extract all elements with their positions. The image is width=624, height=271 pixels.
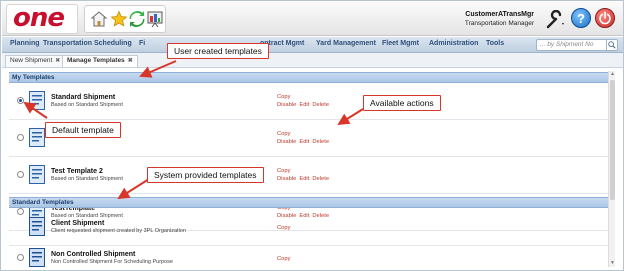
template-row[interactable]: Non Controlled Shipment Non Controlled S… [9, 241, 609, 270]
template-name[interactable]: Standard Shipment [51, 94, 115, 101]
scroll-thumb[interactable] [610, 80, 615, 200]
shipment-search-input[interactable]: ... by Shipment No [536, 39, 618, 51]
quick-icons-bar [84, 5, 166, 33]
callout-default-template: Default template [45, 122, 121, 138]
tab-bar: New Shipment ✖ Manage Templates ✖ [2, 53, 623, 68]
tools-icon[interactable] [545, 10, 567, 30]
app-window: one CustomerATransMgr Transportation Man… [0, 0, 624, 271]
edit-link[interactable]: Edit [299, 139, 309, 145]
document-icon [29, 91, 45, 110]
document-icon [29, 217, 45, 236]
delete-link[interactable]: Delete [312, 176, 329, 182]
document-icon [29, 248, 45, 267]
tab-manage-templates[interactable]: Manage Templates ✖ [62, 55, 138, 67]
default-radio[interactable] [17, 254, 24, 261]
nav-tools[interactable]: Tools [486, 40, 504, 47]
delete-link[interactable]: Delete [312, 139, 329, 145]
copy-link[interactable]: Copy [277, 94, 291, 100]
templates-list: My Templates Standard Shipment Based on … [9, 71, 609, 270]
template-row[interactable]: Test Template 2 Based on Standard Shipme… [9, 158, 609, 194]
edit-link[interactable]: Edit [299, 102, 309, 108]
default-radio[interactable] [17, 97, 24, 104]
callout-available-actions: Available actions [363, 95, 441, 111]
search-icon[interactable] [606, 40, 617, 50]
tab-new-shipment[interactable]: New Shipment ✖ [5, 55, 66, 67]
copy-link[interactable]: Copy [277, 168, 291, 174]
callout-user-created: User created templates [167, 43, 269, 59]
default-radio[interactable] [17, 171, 24, 178]
copy-link[interactable]: Copy [277, 225, 291, 231]
top-header: one CustomerATransMgr Transportation Man… [2, 2, 623, 36]
nav-transportation[interactable]: Transportation [43, 40, 92, 47]
template-actions: Copy Disable Edit Delete [277, 93, 332, 109]
disable-link[interactable]: Disable [277, 176, 296, 182]
callout-system-provided: System provided templates [147, 167, 264, 183]
disable-link[interactable]: Disable [277, 139, 296, 145]
edit-link[interactable]: Edit [299, 176, 309, 182]
template-actions: Copy Disable Edit Delete [277, 130, 332, 146]
star-icon[interactable] [110, 10, 128, 28]
tab-label: New Shipment [10, 57, 53, 64]
app-logo[interactable]: one [6, 3, 78, 34]
nav-fleet-mgmt[interactable]: Fleet Mgmt [382, 40, 419, 47]
refresh-icon[interactable] [128, 10, 146, 28]
help-icon[interactable]: ? [571, 8, 591, 28]
disable-link[interactable]: Disable [277, 102, 296, 108]
power-icon[interactable] [595, 8, 615, 28]
scroll-down-icon[interactable]: ▼ [610, 261, 615, 266]
tab-label: Manage Templates [67, 57, 125, 64]
template-name[interactable]: Non Controlled Shipment [51, 251, 135, 258]
copy-link[interactable]: Copy [277, 131, 291, 137]
copy-link[interactable]: Copy [277, 256, 291, 262]
template-actions: Copy [277, 224, 294, 232]
template-desc: Based on Standard Shipment [51, 102, 123, 108]
user-role: Transportation Manager [464, 20, 534, 27]
section-my-templates: My Templates [9, 72, 609, 83]
nav-planning[interactable]: Planning [10, 40, 40, 47]
presentation-icon[interactable] [146, 10, 164, 28]
template-row[interactable]: Standard Shipment Based on Standard Ship… [9, 84, 609, 120]
nav-administration[interactable]: Administration [429, 40, 478, 47]
nav-yard-management[interactable]: Yard Management [316, 40, 376, 47]
close-icon[interactable]: ✖ [55, 57, 60, 64]
template-actions: Copy [277, 255, 294, 263]
search-placeholder: ... by Shipment No [540, 41, 594, 48]
template-actions: Copy Disable Edit Delete [277, 167, 332, 183]
default-radio[interactable] [17, 134, 24, 141]
template-desc: Non Controlled Shipment For Scheduling P… [51, 259, 173, 265]
scroll-up-icon[interactable]: ▲ [610, 72, 615, 77]
home-icon[interactable] [90, 10, 108, 28]
logo-text: one [13, 3, 65, 33]
template-desc: Client requested shipment created by 3PL… [51, 228, 186, 234]
nav-scheduling[interactable]: Scheduling [94, 40, 132, 47]
section-standard-templates: Standard Templates [9, 197, 609, 208]
document-icon [29, 165, 45, 184]
template-name[interactable]: Test Template 2 [51, 168, 103, 175]
delete-link[interactable]: Delete [312, 102, 329, 108]
nav-financials[interactable]: Fi [139, 40, 145, 47]
vertical-scrollbar[interactable]: ▲ ▼ [608, 71, 615, 267]
user-name: CustomerATransMgr [465, 11, 534, 18]
close-icon[interactable]: ✖ [128, 57, 133, 64]
template-desc: Based on Standard Shipment [51, 176, 123, 182]
template-name[interactable]: Client Shipment [51, 220, 104, 227]
document-icon [29, 128, 45, 147]
main-nav: Planning Transportation Scheduling Fi on… [2, 37, 623, 53]
